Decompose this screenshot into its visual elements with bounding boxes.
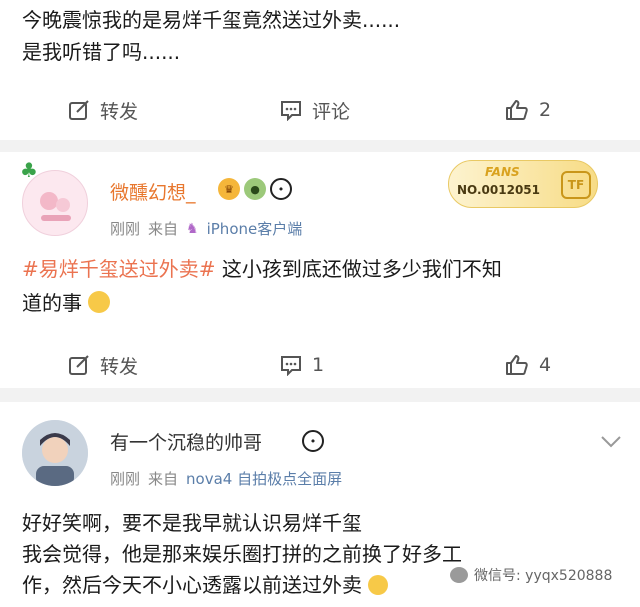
like-count: 2 [539, 99, 552, 121]
fans-label: FANS [485, 165, 520, 179]
post-text-segment: 道的事 [22, 291, 82, 315]
username[interactable]: 微醺幻想_ [110, 178, 196, 205]
post-source-prefix: 来自 [148, 470, 179, 488]
post-text-line: 今晚震惊我的是易烊千玺竟然送过外卖...... [22, 8, 401, 32]
post-text-line: #易烊千玺送过外卖# 这小孩到底还做过多少我们不知 [22, 252, 502, 286]
post-text-line: 道的事 [22, 286, 502, 320]
post-time: 刚刚 [110, 470, 141, 488]
unicorn-icon: ♞ [186, 220, 199, 237]
repost-label: 转发 [100, 355, 139, 378]
username[interactable]: 有一个沉稳的帅哥 [110, 428, 262, 455]
post-text: 好好笑啊，要不是我早就认识易烊千玺 我会觉得，他是那来娱乐圈打拼的之前换了好多工… [22, 508, 462, 601]
panda-emoji-icon: • [270, 178, 292, 200]
repost-button[interactable]: 转发 [68, 345, 138, 385]
like-count: 4 [539, 354, 552, 376]
action-bar: 转发 评论 2 [0, 90, 640, 130]
comment-icon [281, 356, 301, 376]
crown-emoji-icon: ♛ [218, 178, 240, 200]
avatar[interactable] [22, 170, 88, 236]
like-button[interactable]: 4 [505, 345, 551, 385]
repost-label: 转发 [100, 100, 139, 123]
avatar-image [40, 192, 71, 221]
post-text: #易烊千玺送过外卖# 这小孩到底还做过多少我们不知 道的事 [22, 252, 502, 320]
hashtag-link[interactable]: #易烊千玺送过外卖# [22, 257, 216, 281]
post-source-prefix: 来自 [148, 220, 179, 238]
action-bar: 转发 1 4 [0, 345, 640, 385]
panda-emoji-icon: • [302, 430, 324, 452]
chevron-down-icon[interactable] [600, 434, 622, 453]
fans-badge[interactable]: FANS NO.0012051 TF [448, 160, 598, 208]
avatar-image [22, 420, 88, 486]
post-text-line: 好好笑啊，要不是我早就认识易烊千玺 [22, 511, 362, 535]
tf-logo-icon: TF [561, 171, 591, 199]
watermark: 微信号: yyqx520888 [450, 565, 612, 585]
comment-button[interactable]: 评论 [280, 90, 350, 130]
post-meta: 刚刚 来自 nova4 自拍极点全面屏 [110, 468, 342, 489]
comment-icon [281, 101, 301, 121]
emoji-badges: ♛ ● • [218, 178, 292, 200]
laughing-emoji-icon [368, 575, 389, 595]
comment-label: 评论 [312, 100, 351, 123]
watermark-text: 微信号: yyqx520888 [474, 568, 613, 584]
post-text-segment: 这小孩到底还做过多少我们不知 [215, 257, 502, 281]
like-icon [506, 355, 528, 375]
post-text-line: 是我听错了吗...... [22, 40, 181, 64]
comment-button[interactable]: 1 [280, 345, 324, 385]
laughing-emoji-icon [88, 291, 111, 313]
post-text-line: 作，然后今天不小心透露以前送过外卖 [22, 570, 462, 601]
post-text-segment: 作，然后今天不小心透露以前送过外卖 [22, 573, 362, 597]
comment-count: 1 [312, 354, 325, 376]
like-button[interactable]: 2 [505, 90, 551, 130]
post-text-line: 我会觉得，他是那来娱乐圈打拼的之前换了好多工 [22, 542, 462, 566]
frog-emoji-icon: ● [244, 178, 266, 200]
avatar[interactable] [22, 420, 88, 486]
repost-icon [69, 355, 89, 375]
post-card-1: 今晚震惊我的是易烊千玺竟然送过外卖...... 是我听错了吗...... 转发 … [0, 0, 640, 140]
fans-number: NO.0012051 [457, 183, 540, 197]
wechat-icon [450, 567, 468, 583]
post-device[interactable]: iPhone客户端 [207, 218, 303, 239]
post-meta: 刚刚 来自 ♞ iPhone客户端 [110, 218, 302, 239]
post-card-2: ♣ 微醺幻想_ ♛ ● • 刚刚 来自 ♞ iPhone客户端 FANS NO.… [0, 152, 640, 388]
post-device[interactable]: nova4 自拍极点全面屏 [186, 468, 342, 489]
repost-button[interactable]: 转发 [68, 90, 138, 130]
like-icon [506, 100, 528, 120]
repost-icon [69, 100, 89, 120]
post-text: 今晚震惊我的是易烊千玺竟然送过外卖...... 是我听错了吗...... [22, 4, 400, 68]
post-time: 刚刚 [110, 220, 141, 238]
